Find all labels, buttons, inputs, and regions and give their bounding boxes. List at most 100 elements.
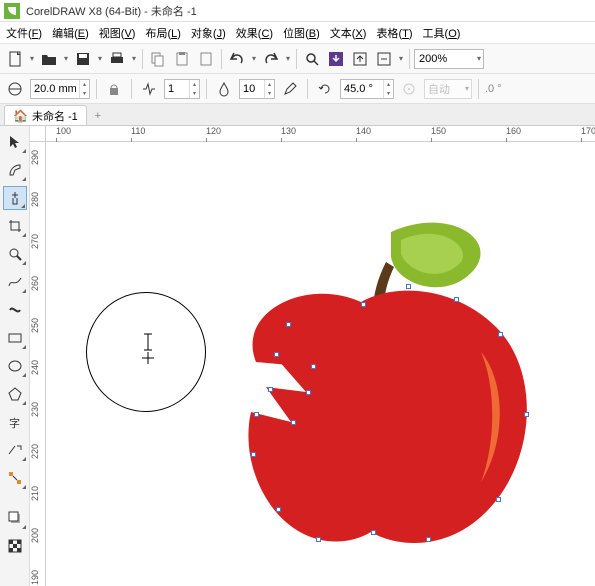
control-node[interactable] (274, 352, 279, 357)
polygon-tool[interactable] (3, 382, 27, 406)
control-node[interactable] (251, 452, 256, 457)
tab-doc1[interactable]: 🏠 未命名 -1 (4, 105, 87, 125)
control-node[interactable] (254, 412, 259, 417)
publish-dropdown[interactable]: ▾ (397, 54, 405, 63)
menu-effect[interactable]: 效果(C) (236, 25, 273, 41)
import-button[interactable] (325, 48, 347, 70)
pick-tool[interactable] (3, 130, 27, 154)
save-button[interactable] (72, 48, 94, 70)
save-dropdown[interactable]: ▾ (96, 54, 104, 63)
zoom-dropdown[interactable]: ▾ (475, 54, 483, 63)
separator (221, 49, 222, 69)
freq-field[interactable]: ▴▾ (164, 79, 200, 99)
apple-svg (196, 212, 536, 552)
control-node[interactable] (268, 387, 273, 392)
control-node[interactable] (524, 412, 529, 417)
rotation-icon-btn[interactable] (314, 78, 336, 100)
new-dropdown[interactable]: ▾ (28, 54, 36, 63)
menu-object[interactable]: 对象(J) (191, 25, 226, 41)
control-node[interactable] (426, 537, 431, 542)
pressure-button[interactable] (213, 78, 235, 100)
eraser-size-field[interactable]: ▴▾ (30, 79, 90, 99)
circle-outline-icon (7, 81, 23, 97)
menu-view[interactable]: 视图(V) (99, 25, 136, 41)
zoom-input[interactable] (415, 53, 475, 65)
paste-icon (174, 51, 190, 67)
freq-input[interactable] (165, 83, 189, 95)
angle-input[interactable] (341, 83, 383, 95)
artistic-media-tool[interactable] (3, 298, 27, 322)
apple-shape[interactable] (196, 212, 536, 555)
freq-icon-btn[interactable] (138, 78, 160, 100)
eraser-size-input[interactable] (31, 83, 79, 95)
control-node[interactable] (498, 332, 503, 337)
redo-button[interactable] (260, 48, 282, 70)
eraser-shape-circle[interactable] (4, 78, 26, 100)
undo-button[interactable] (226, 48, 248, 70)
paste-button[interactable] (171, 48, 193, 70)
spinner[interactable]: ▴▾ (189, 80, 199, 98)
publish-icon (376, 51, 392, 67)
control-node[interactable] (371, 530, 376, 535)
control-node[interactable] (316, 537, 321, 542)
menu-edit[interactable]: 编辑(E) (52, 25, 89, 41)
add-tab-button[interactable]: + (89, 107, 107, 125)
new-button[interactable] (4, 48, 26, 70)
freehand-tool[interactable] (3, 270, 27, 294)
clipboard-icon (198, 51, 214, 67)
control-node[interactable] (291, 420, 296, 425)
print-dropdown[interactable]: ▾ (130, 54, 138, 63)
menu-layout[interactable]: 布局(L) (145, 25, 180, 41)
menu-bitmap[interactable]: 位图(B) (283, 25, 320, 41)
export-button[interactable] (349, 48, 371, 70)
pen-pressure-button[interactable] (279, 78, 301, 100)
open-dropdown[interactable]: ▾ (62, 54, 70, 63)
control-node[interactable] (454, 297, 459, 302)
ellipse-tool[interactable] (3, 354, 27, 378)
control-node[interactable] (496, 497, 501, 502)
menu-text[interactable]: 文本(X) (330, 25, 367, 41)
shape-tool[interactable] (3, 158, 27, 182)
control-node[interactable] (361, 302, 366, 307)
zoom-tool[interactable] (3, 242, 27, 266)
control-node[interactable] (406, 284, 411, 289)
spinner[interactable]: ▴▾ (264, 80, 274, 98)
smoothing-input[interactable] (240, 83, 264, 95)
open-button[interactable] (38, 48, 60, 70)
control-node[interactable] (306, 390, 311, 395)
bearing-button[interactable] (398, 78, 420, 100)
redo-dropdown[interactable]: ▾ (284, 54, 292, 63)
auto-reduce-button[interactable] (103, 78, 125, 100)
drawing-canvas[interactable] (46, 142, 595, 586)
menu-file[interactable]: 文件(F) (6, 25, 42, 41)
search-button[interactable] (301, 48, 323, 70)
spinner[interactable]: ▴▾ (79, 80, 89, 98)
menu-tools[interactable]: 工具(O) (423, 25, 461, 41)
horizontal-ruler[interactable]: 100110120130140150160170 (46, 126, 595, 142)
undo-dropdown[interactable]: ▾ (250, 54, 258, 63)
smoothing-field[interactable]: ▴▾ (239, 79, 275, 99)
control-node[interactable] (286, 322, 291, 327)
rectangle-tool[interactable] (3, 326, 27, 350)
search-icon (304, 51, 320, 67)
angle-field[interactable]: ▴▾ (340, 79, 394, 99)
vertical-ruler[interactable]: 290280270260250240230220210200190 (30, 142, 46, 586)
crop-tool[interactable] (3, 214, 27, 238)
connector-tool[interactable] (3, 466, 27, 490)
copy-button[interactable] (147, 48, 169, 70)
print-button[interactable] (106, 48, 128, 70)
spinner[interactable]: ▴▾ (383, 80, 393, 98)
control-node[interactable] (276, 507, 281, 512)
auto-dropdown[interactable]: ▾ (463, 84, 471, 93)
zoom-combo[interactable]: ▾ (414, 49, 484, 69)
menu-table[interactable]: 表格(T) (376, 25, 412, 41)
control-node[interactable] (311, 364, 316, 369)
eraser-tool[interactable] (3, 186, 27, 210)
transparency-tool[interactable] (3, 534, 27, 558)
dimension-tool[interactable] (3, 438, 27, 462)
text-tool[interactable]: 字 (3, 410, 27, 434)
standard-toolbar: ▾ ▾ ▾ ▾ ▾ ▾ ▾ ▾ (0, 44, 595, 74)
drop-shadow-tool[interactable] (3, 506, 27, 530)
clipboard-button[interactable] (195, 48, 217, 70)
publish-button[interactable] (373, 48, 395, 70)
